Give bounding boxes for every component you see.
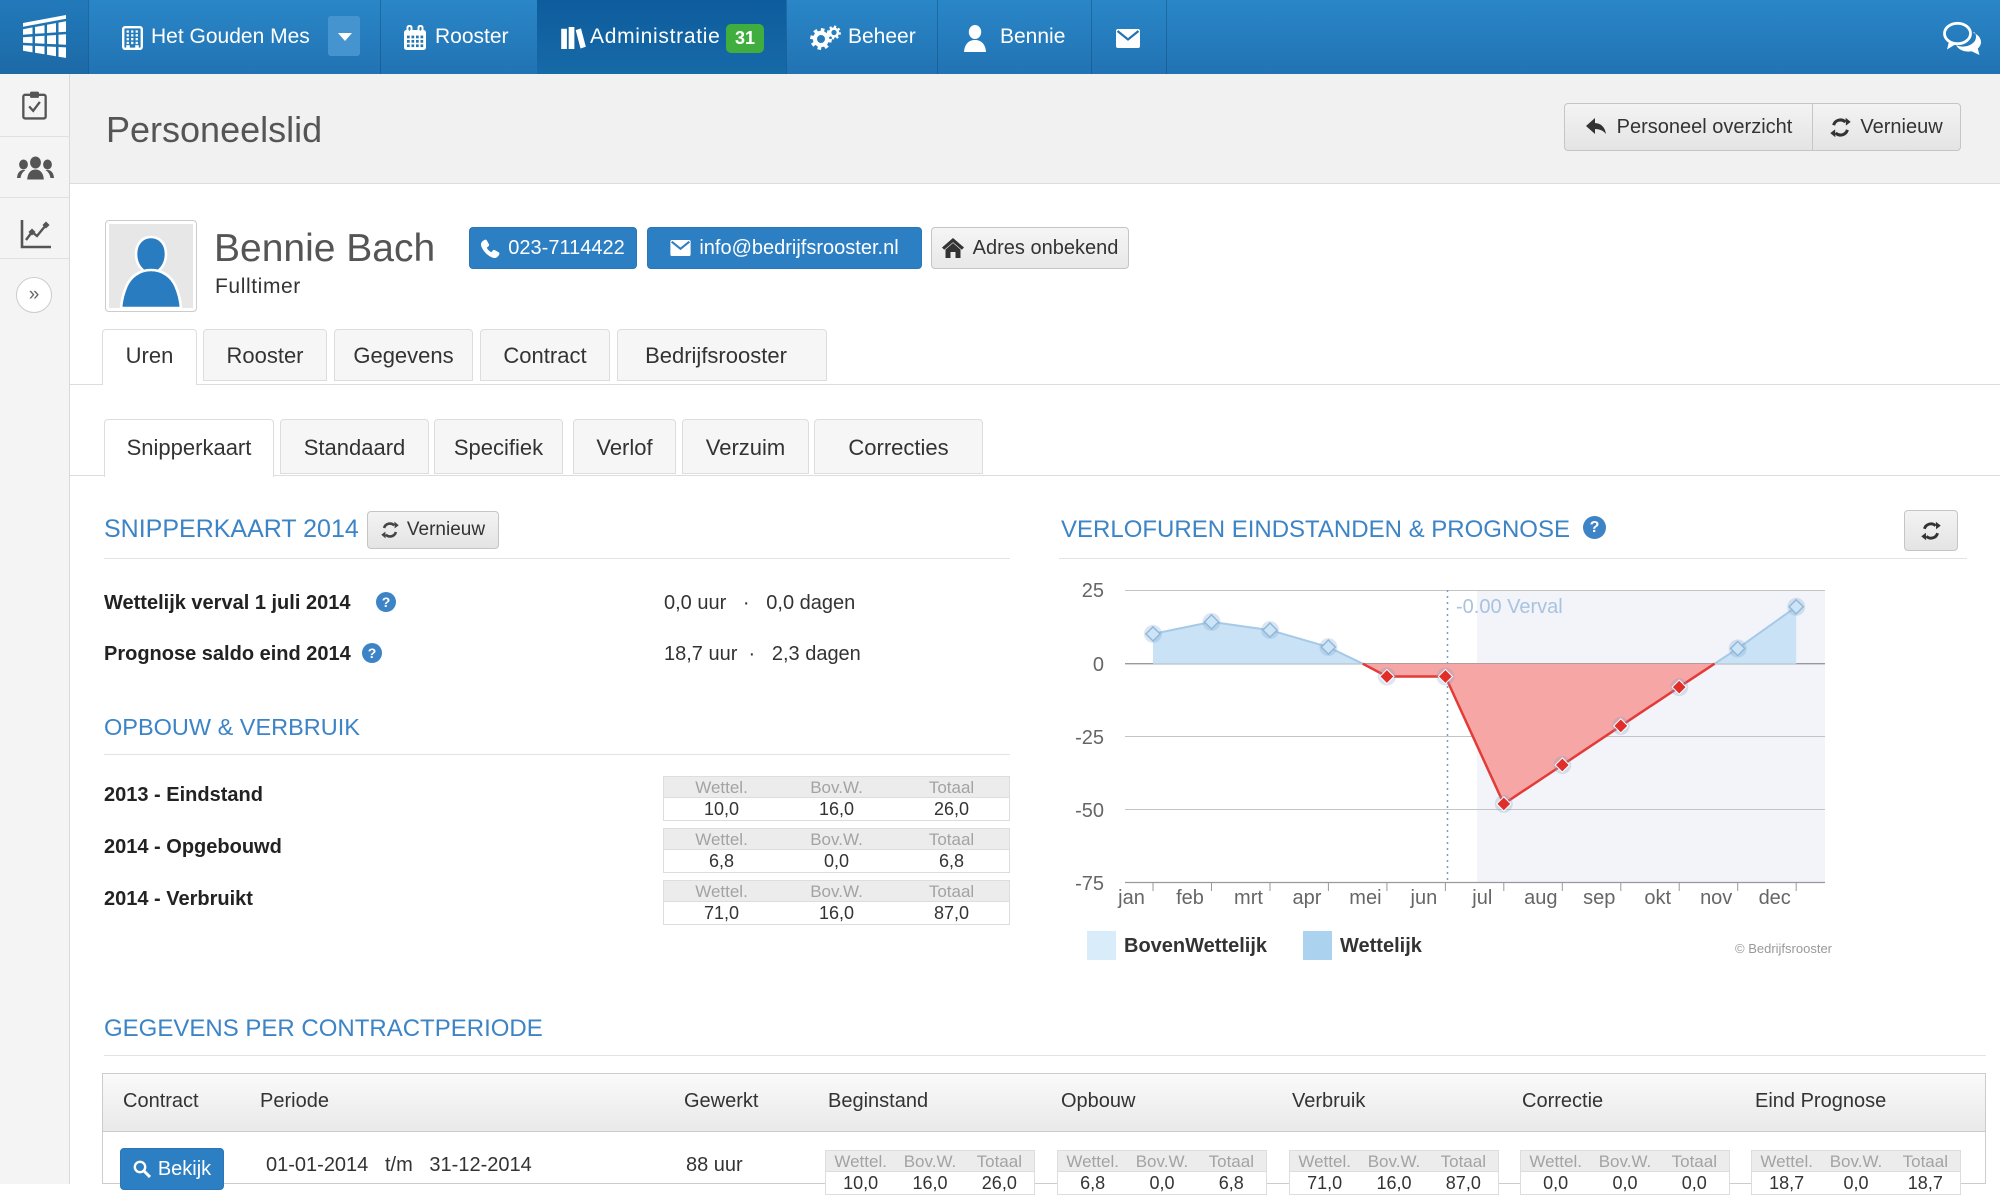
svg-text:aug: aug: [1524, 887, 1557, 909]
svg-text:-75: -75: [1075, 873, 1104, 895]
svg-text:-25: -25: [1075, 727, 1104, 749]
svg-text:0: 0: [1093, 654, 1104, 676]
svg-text:mrt: mrt: [1234, 887, 1263, 909]
svg-text:mei: mei: [1349, 887, 1381, 909]
svg-text:jan: jan: [1117, 887, 1145, 909]
svg-text:nov: nov: [1700, 887, 1732, 909]
svg-text:25: 25: [1082, 580, 1104, 602]
svg-text:-0.00 Verval: -0.00 Verval: [1456, 596, 1563, 618]
svg-text:apr: apr: [1293, 887, 1322, 909]
svg-text:-50: -50: [1075, 800, 1104, 822]
svg-text:jul: jul: [1471, 887, 1492, 909]
svg-text:dec: dec: [1759, 887, 1791, 909]
svg-text:jun: jun: [1410, 887, 1438, 909]
svg-text:okt: okt: [1644, 887, 1671, 909]
svg-text:feb: feb: [1176, 887, 1204, 909]
svg-text:sep: sep: [1583, 887, 1615, 909]
